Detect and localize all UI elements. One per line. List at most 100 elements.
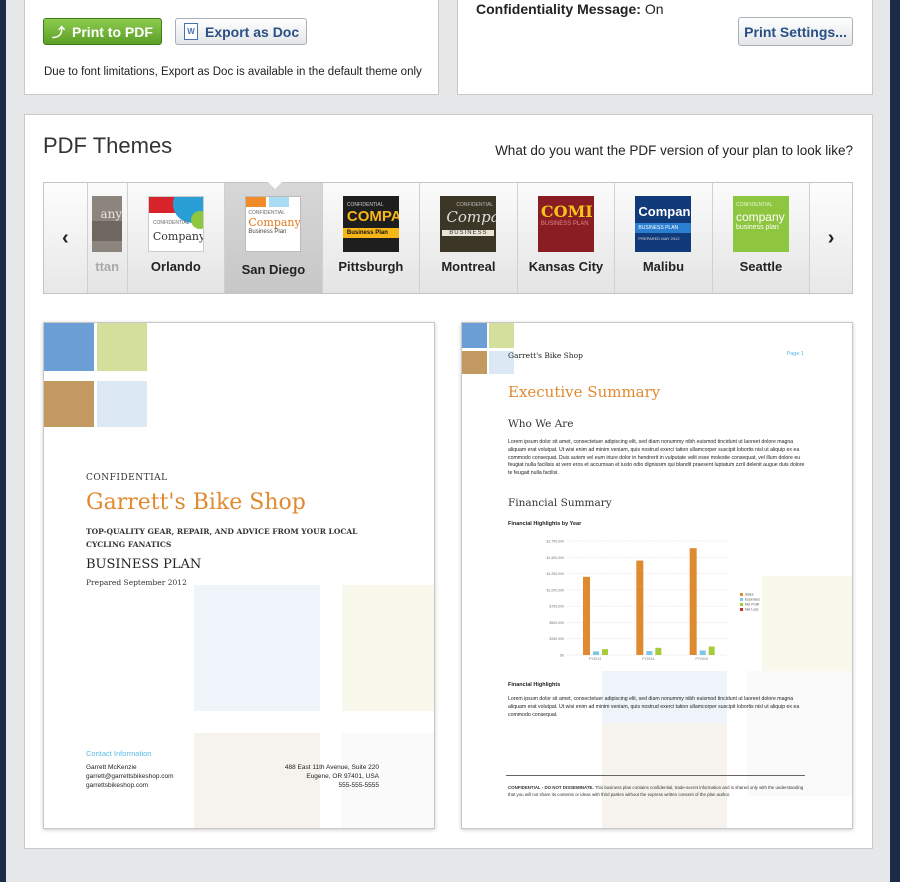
chart-y-tick-label: $500,000 [549, 621, 564, 625]
theme-name: Malibu [642, 259, 685, 274]
chart-bar-expenses [699, 650, 706, 655]
chart-bar-net-profit [655, 647, 662, 655]
print-settings-button[interactable]: Print Settings... [738, 17, 853, 46]
who-we-are-heading: Who We Are [508, 418, 574, 430]
cover-company-name: Garrett's Bike Shop [86, 490, 306, 515]
theme-card-malibu[interactable]: Compan BUSINESS PLAN PREPARED MAY 2012 M… [614, 183, 712, 293]
cover-confidential: CONFIDENTIAL [86, 473, 168, 483]
chart-legend-label: Net Profit [745, 603, 759, 607]
financial-chart: $1,750,000 $1,500,000 $1,250,000 $1,000,000… [546, 540, 760, 662]
theme-thumb-sub: BUSINESS [442, 230, 495, 236]
pdf-icon: ⤴ [52, 25, 66, 40]
theme-name: Orlando [150, 259, 201, 274]
theme-thumb-sub: Business Plan [342, 228, 399, 238]
theme-card-partial[interactable]: any ttan [86, 183, 127, 293]
confidentiality-status: Confidentiality Message: On [476, 1, 664, 17]
theme-thumb-text: Company [248, 216, 301, 229]
theme-thumb-text: Compa [446, 208, 497, 226]
cover-address-block: 488 East 11th Avenue, Suite 220 Eugene, … [285, 763, 379, 790]
chart-heading: Financial Highlights by Year [508, 521, 582, 527]
cover-tagline: TOP-QUALITY GEAR, REPAIR, AND ADVICE FRO… [86, 527, 358, 549]
summary-page-number: Page 1 [786, 351, 804, 357]
chart-y-tick-label: $1,500,000 [546, 556, 564, 560]
pdf-themes-title: PDF Themes [43, 133, 173, 158]
chart-y-tick-label: $250,000 [549, 637, 564, 641]
address-line-2: Eugene, OR 97401, USA [306, 773, 379, 780]
chart-legend-swatch [740, 603, 743, 606]
chart-x-tick-label: FY2013 [589, 657, 601, 661]
theme-thumb-sub: BUSINESS PLAN [635, 223, 692, 233]
theme-name: Seattle [739, 259, 783, 274]
theme-thumbnail: CONFIDENTIAL Company [147, 196, 204, 252]
theme-thumb-sub: business plan [735, 224, 779, 231]
theme-card-kansas-city[interactable]: COMI BUSINESS PLAN Kansas City [516, 183, 615, 293]
carousel-next-arrow[interactable]: › [809, 183, 852, 293]
chart-bar-sales [583, 576, 590, 655]
chart-legend-label: Sales [745, 593, 754, 597]
theme-thumb-sub: Business Plan [248, 229, 287, 235]
cover-plan-title: BUSINESS PLAN [86, 557, 202, 572]
confidentiality-label: Confidentiality Message: [476, 1, 641, 17]
theme-card-montreal[interactable]: CONFIDENTIAL Compa BUSINESS Montreal [419, 183, 517, 293]
chart-bar-net-profit [708, 646, 715, 655]
theme-thumbnail: CONFIDENTIAL COMPA Business Plan [342, 196, 399, 252]
summary-header-company: Garrett's Bike Shop [508, 351, 583, 360]
theme-thumbnail: CONFIDENTIAL Compa BUSINESS [440, 196, 497, 252]
address-phone: 555-555-5555 [338, 782, 379, 789]
chart-bar-sales [689, 548, 697, 655]
chart-legend-swatch [740, 608, 743, 611]
theme-carousel: ‹ any ttan CONFIDENTIAL Company Orlando … [43, 182, 853, 294]
chart-legend-swatch [740, 598, 743, 601]
financial-highlights-heading: Financial Highlights [508, 682, 561, 688]
chart-y-tick-label: $1,750,000 [546, 540, 564, 544]
theme-thumbnail: CONFIDENTIAL company business plan [732, 196, 789, 252]
chart-legend-label: Expenses [745, 598, 760, 602]
chart-legend-swatch [740, 593, 743, 596]
word-doc-icon: W [184, 23, 198, 40]
footer-bold: CONFIDENTIAL - DO NOT DISSEMINATE. [508, 785, 594, 790]
theme-thumbnail: COMI BUSINESS PLAN [537, 196, 594, 252]
chart-y-tick-label: $0 [560, 654, 564, 658]
summary-title: Executive Summary [508, 383, 661, 401]
confidentiality-value: On [644, 1, 664, 17]
chart-legend-label: Net Loss [745, 608, 759, 612]
print-to-pdf-button[interactable]: ⤴ Print to PDF [43, 18, 162, 45]
footer-divider [506, 775, 805, 776]
who-we-are-text: Lorem ipsum dolor sit amet, consectetuer… [508, 439, 805, 477]
confidential-footer: CONFIDENTIAL - DO NOT DISSEMINATE. This … [508, 785, 806, 798]
chart-bar-expenses [646, 651, 653, 655]
chart-y-tick-label: $750,000 [549, 605, 564, 609]
chart-y-tick-label: $1,250,000 [546, 572, 564, 576]
export-as-doc-button[interactable]: W Export as Doc [175, 18, 307, 45]
summary-page-preview: Garrett's Bike Shop Page 1 Executive Sum… [461, 322, 853, 829]
theme-thumbnail: Compan BUSINESS PLAN PREPARED MAY 2012 [635, 196, 692, 252]
theme-thumbnail: any [92, 196, 123, 252]
theme-name: San Diego [241, 262, 306, 277]
theme-thumb-sub2: PREPARED MAY 2012 [638, 236, 680, 241]
address-line-1: 488 East 11th Avenue, Suite 220 [284, 764, 379, 771]
selected-indicator [268, 182, 283, 189]
contact-name: Garrett McKenzie [86, 764, 137, 771]
theme-card-orlando[interactable]: CONFIDENTIAL Company Orlando [126, 183, 225, 293]
theme-thumb-text: Compan [638, 204, 691, 219]
carousel-prev-arrow[interactable]: ‹ [44, 183, 87, 293]
theme-name: Kansas City [528, 259, 604, 274]
theme-name: Pittsburgh [338, 259, 404, 274]
theme-thumb-text: Company [152, 230, 204, 243]
export-as-doc-label: Export as Doc [205, 23, 300, 40]
chart-x-tick-label: FY2014 [642, 657, 654, 661]
theme-thumb-text: COMI [540, 202, 593, 221]
export-note: Due to font limitations, Export as Doc i… [44, 66, 422, 78]
cover-prepared-date: Prepared September 2012 [86, 578, 187, 587]
theme-card-san-diego[interactable]: CONFIDENTIAL Company Business Plan San D… [224, 182, 322, 293]
theme-card-pittsburgh[interactable]: CONFIDENTIAL COMPA Business Plan Pittsbu… [321, 183, 420, 293]
theme-card-seattle[interactable]: CONFIDENTIAL company business plan Seatt… [711, 183, 810, 293]
theme-thumbnail: CONFIDENTIAL Company Business Plan [245, 196, 302, 252]
theme-thumb-text: COMPA [346, 208, 399, 225]
chart-x-tick-label: FY2015 [696, 657, 708, 661]
theme-thumb-sub: BUSINESS PLAN [540, 221, 589, 227]
theme-thumb-text: any [100, 207, 123, 221]
chart-bar-sales [636, 560, 644, 655]
chart-bar-expenses [593, 651, 599, 655]
financial-highlights-text: Lorem ipsum dolor sit amet, consectetuer… [508, 696, 800, 718]
